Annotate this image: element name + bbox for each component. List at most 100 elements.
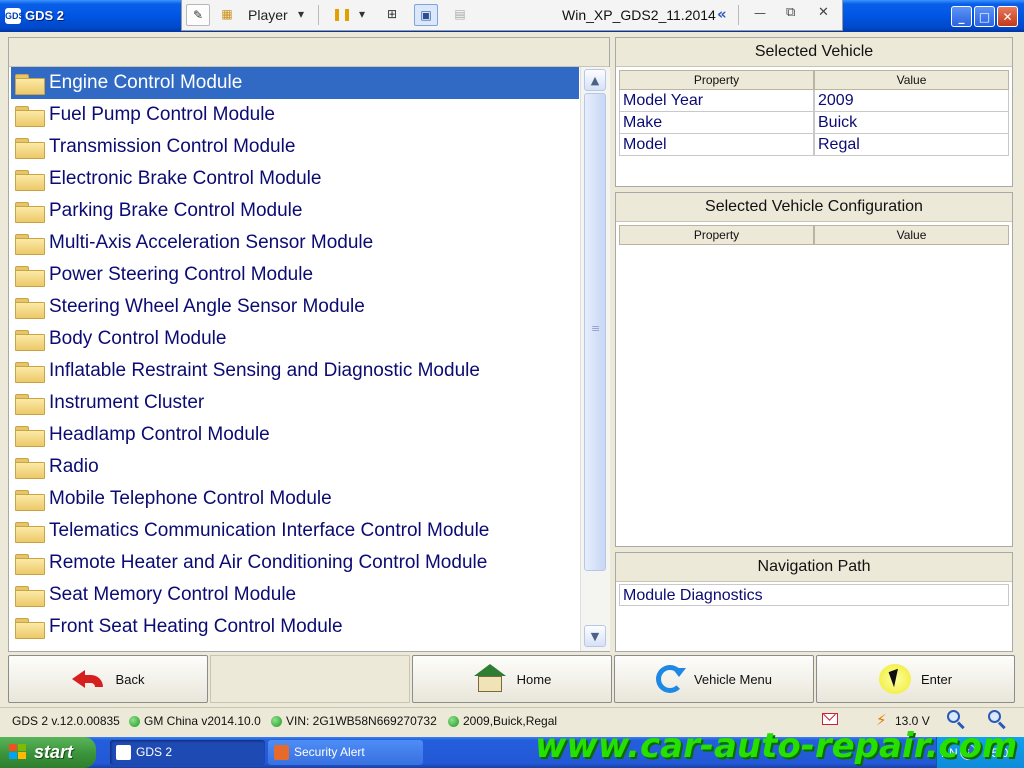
vm-close-icon[interactable]: ✕ (818, 5, 829, 20)
list-item[interactable]: Front Seat Heating Control Module (11, 611, 579, 643)
property-column-header[interactable]: Property (619, 70, 814, 90)
selected-vehicle-title: Selected Vehicle (616, 38, 1012, 67)
navigation-path-title: Navigation Path (616, 553, 1012, 582)
list-item[interactable]: Parking Brake Control Module (11, 195, 579, 227)
pin-icon[interactable]: ✎ (186, 4, 210, 26)
list-item[interactable]: Electronic Brake Control Module (11, 163, 579, 195)
start-label: start (34, 742, 74, 762)
close-button[interactable]: ✕ (997, 6, 1018, 27)
list-item[interactable]: Headlamp Control Module (11, 419, 579, 451)
unity-icon[interactable]: ▤ (448, 4, 472, 26)
list-item-label: Mobile Telephone Control Module (49, 488, 332, 509)
scroll-up-icon[interactable]: ▲ (584, 69, 606, 91)
windows-logo-icon (9, 744, 27, 761)
list-item[interactable]: Radio (11, 451, 579, 483)
minimize-button[interactable]: _ (951, 6, 972, 27)
collapse-toolbar-icon[interactable]: « (717, 5, 727, 23)
enter-button[interactable]: Enter (816, 655, 1015, 703)
list-item[interactable]: Engine Control Module (11, 67, 579, 99)
list-item[interactable]: Fuel Pump Control Module (11, 99, 579, 131)
taskbar-item-gds2[interactable]: GDS 2 (110, 740, 265, 765)
list-item-label: Remote Heater and Air Conditioning Contr… (49, 552, 488, 573)
module-list-scrollbar[interactable]: ▲ ▼ (580, 67, 610, 651)
vehicle-configuration-panel: Selected Vehicle Configuration Property … (615, 192, 1013, 547)
value-cell: Regal (814, 134, 1009, 156)
list-item[interactable]: Inflatable Restraint Sensing and Diagnos… (11, 355, 579, 387)
database-text: GM China v2014.10.0 (144, 714, 261, 728)
folder-icon (15, 232, 45, 255)
vin-status: VIN: 2G1WB58N669270732 (271, 714, 437, 728)
scroll-down-icon[interactable]: ▼ (584, 625, 606, 647)
folder-icon (15, 456, 45, 479)
table-row[interactable]: Make Buick (619, 112, 1009, 134)
folder-icon (15, 520, 45, 543)
enter-button-label: Enter (920, 671, 953, 687)
table-row[interactable]: Model Year 2009 (619, 90, 1009, 112)
list-item[interactable]: Telematics Communication Interface Contr… (11, 515, 579, 547)
security-alert-icon (274, 745, 289, 760)
start-button[interactable]: start (0, 737, 96, 768)
folder-icon (15, 616, 45, 639)
fullscreen-icon[interactable]: ▣ (414, 4, 438, 26)
mail-icon[interactable] (822, 713, 838, 725)
database-status: GM China v2014.10.0 (129, 714, 261, 728)
pause-icon[interactable]: ❚❚ (330, 4, 354, 26)
folder-icon (15, 296, 45, 319)
network-icon[interactable]: ⊞ (380, 4, 404, 26)
value-column-header[interactable]: Value (814, 70, 1009, 90)
table-row[interactable]: Model Regal (619, 134, 1009, 156)
taskbar-item-label: GDS 2 (136, 745, 173, 759)
back-button[interactable]: Back (8, 655, 208, 703)
list-item[interactable]: Multi-Axis Acceleration Sensor Module (11, 227, 579, 259)
module-list-pane: Engine Control Module Fuel Pump Control M… (8, 37, 610, 652)
taskbar-item-security-alert[interactable]: Security Alert (268, 740, 423, 765)
vehicle-menu-button-label: Vehicle Menu (693, 671, 773, 687)
folder-icon (15, 424, 45, 447)
player-logo-icon[interactable]: ▦ (215, 4, 239, 26)
property-column-header[interactable]: Property (619, 225, 814, 245)
list-item[interactable]: Power Steering Control Module (11, 259, 579, 291)
list-item-label: Engine Control Module (49, 72, 243, 93)
property-cell: Make (619, 112, 814, 134)
gds-app-icon: GDS (5, 8, 25, 24)
list-item[interactable]: Seat Memory Control Module (11, 579, 579, 611)
status-ok-icon (448, 716, 459, 727)
list-item[interactable]: Mobile Telephone Control Module (11, 483, 579, 515)
back-button-label: Back (115, 671, 145, 687)
vehicle-menu-button[interactable]: Vehicle Menu (614, 655, 814, 703)
list-item-label: Seat Memory Control Module (49, 584, 297, 605)
refresh-icon (655, 665, 686, 693)
value-cell: 2009 (814, 90, 1009, 112)
list-item-label: Telematics Communication Interface Contr… (49, 520, 490, 541)
list-item[interactable]: Body Control Module (11, 323, 579, 355)
toolbar-divider (318, 5, 319, 25)
vm-name: Win_XP_GDS2_11.2014 (562, 7, 716, 23)
list-item[interactable]: Steering Wheel Angle Sensor Module (11, 291, 579, 323)
list-item[interactable]: Remote Heater and Air Conditioning Contr… (11, 547, 579, 579)
vehicle-configuration-grid: Property Value (619, 225, 1009, 245)
maximize-button[interactable]: □ (974, 6, 995, 27)
player-menu-label[interactable]: Player (248, 7, 288, 23)
module-list[interactable]: Engine Control Module Fuel Pump Control M… (11, 67, 579, 651)
vm-restore-icon[interactable]: ⧉ (786, 5, 795, 20)
vm-minimize-icon[interactable]: — (754, 6, 766, 20)
folder-icon (15, 328, 45, 351)
module-list-header (9, 38, 609, 67)
list-item[interactable]: Transmission Control Module (11, 131, 579, 163)
grid-header-row: Property Value (619, 225, 1009, 245)
home-button[interactable]: Home (412, 655, 612, 703)
navigation-path-value: Module Diagnostics (619, 584, 1009, 606)
list-item-label: Radio (49, 456, 99, 477)
window-title: GDS 2 (25, 8, 65, 23)
pause-dropdown-icon[interactable]: ▾ (359, 7, 365, 21)
version-text: GDS 2 v.12.0.00835 (12, 714, 120, 728)
taskbar-item-label: Security Alert (294, 745, 365, 759)
scrollbar-thumb[interactable] (584, 93, 606, 571)
list-item[interactable]: Instrument Cluster (11, 387, 579, 419)
list-item-label: Transmission Control Module (49, 136, 296, 157)
player-menu-dropdown-icon[interactable]: ▾ (298, 7, 304, 21)
list-item-label: Instrument Cluster (49, 392, 205, 413)
value-column-header[interactable]: Value (814, 225, 1009, 245)
vin-text: VIN: 2G1WB58N669270732 (286, 714, 437, 728)
list-item-label: Electronic Brake Control Module (49, 168, 322, 189)
